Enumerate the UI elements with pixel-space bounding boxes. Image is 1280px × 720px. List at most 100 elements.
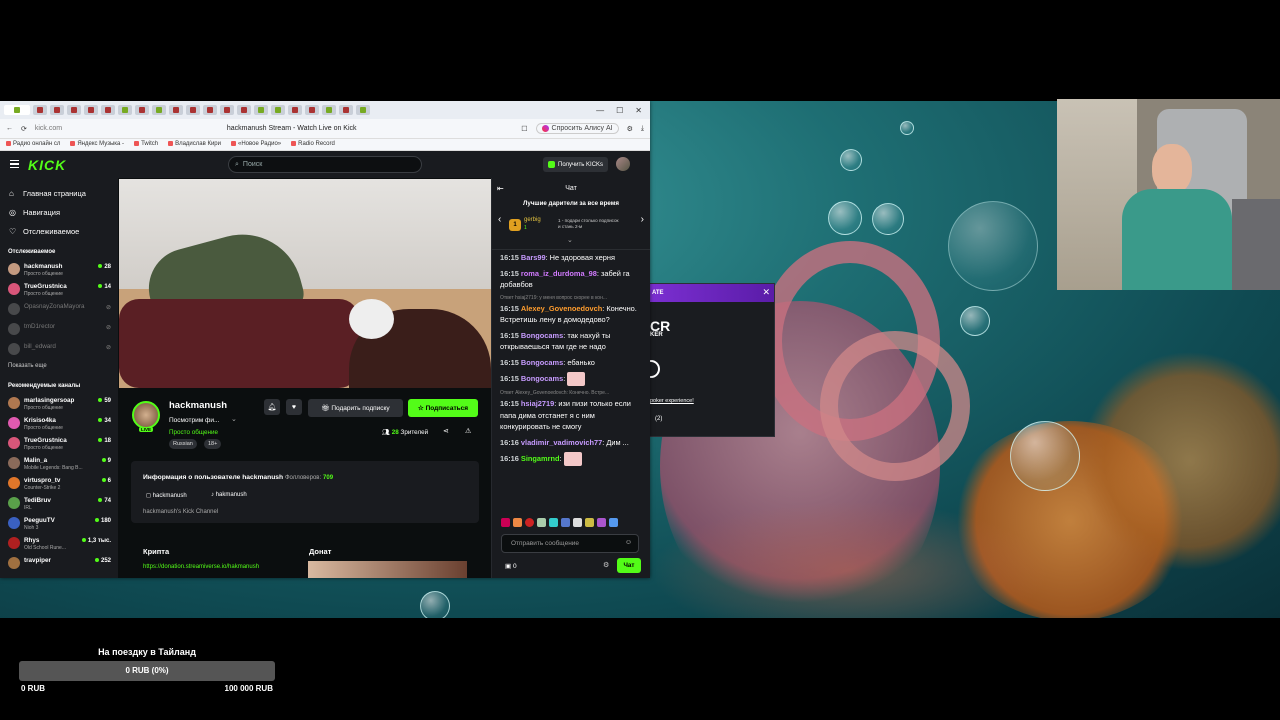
channel-item[interactable]: travpiper 252 xyxy=(0,553,118,573)
bookmark-icon[interactable]: ☐ xyxy=(521,125,527,133)
channel-name: TediBruv xyxy=(24,497,51,504)
video-player[interactable] xyxy=(119,179,491,388)
message-user[interactable]: Bongocams xyxy=(521,331,563,340)
instagram-link[interactable]: ◻ hackmanush xyxy=(146,492,187,499)
tab[interactable] xyxy=(186,105,200,115)
channel-item[interactable]: marlasingersoap Просто общение 59 xyxy=(0,393,118,413)
tab[interactable] xyxy=(118,105,132,115)
tiktok-link[interactable]: ♪ hakmanush xyxy=(211,492,247,498)
tag[interactable]: Russian xyxy=(169,439,197,449)
message-user[interactable]: Alexey_Govenoedovch xyxy=(521,304,602,313)
bookmark-item[interactable]: Радио онлайн сл xyxy=(6,141,60,148)
channel-item[interactable]: OpasnayZonaMayora ⊘ xyxy=(0,299,118,319)
tab[interactable] xyxy=(220,105,234,115)
back-icon[interactable]: ← xyxy=(6,125,13,132)
message-user[interactable]: Singamrnd xyxy=(521,454,560,463)
message-user[interactable]: Bars99 xyxy=(521,253,546,262)
donate-banner[interactable] xyxy=(308,561,467,578)
channel-item[interactable]: PeeguuTV Nioh 3 180 xyxy=(0,513,118,533)
emoji-icon[interactable]: ☺ xyxy=(625,539,632,546)
tab[interactable] xyxy=(84,105,98,115)
tab[interactable] xyxy=(101,105,115,115)
nav-following[interactable]: ♡ Отслеживаемое xyxy=(0,222,118,241)
get-kicks-button[interactable]: Получить KICKs xyxy=(543,157,609,172)
close-icon[interactable]: ✕ xyxy=(635,106,642,115)
tab[interactable] xyxy=(33,105,47,115)
channel-item[interactable]: Malin_a Mobile Legends: Bang B... 9 xyxy=(0,453,118,473)
chevron-right-icon[interactable]: › xyxy=(641,214,644,225)
maximize-icon[interactable]: ☐ xyxy=(616,106,623,115)
bookmark-item[interactable]: Яндекс Музыка - xyxy=(70,141,124,148)
bookmark-item[interactable]: Radio Record xyxy=(291,141,335,148)
channel-item[interactable]: tmD1rector ⊘ xyxy=(0,319,118,339)
message-user[interactable]: Bongocams xyxy=(521,374,563,383)
nav-home[interactable]: ⌂ Главная страница xyxy=(0,184,118,203)
close-icon[interactable]: ✕ xyxy=(762,287,770,298)
message-user[interactable]: hsiaj2719 xyxy=(521,399,554,408)
send-chat-button[interactable]: Чат xyxy=(617,558,641,573)
bookmark-item[interactable]: Twitch xyxy=(134,141,158,148)
crypto-link[interactable]: https://donation.streamiverse.io/hakmanu… xyxy=(143,564,259,570)
download-icon[interactable]: ⤓ xyxy=(641,125,644,133)
gift-sub-button[interactable]: 🎁︎ Подарить подписку xyxy=(308,399,403,417)
message-user[interactable]: roma_iz_durdoma_98 xyxy=(521,269,597,278)
bookmark-item[interactable]: «Новое Радио» xyxy=(231,141,281,148)
stream-category[interactable]: Просто общение xyxy=(169,429,218,436)
nav-browse[interactable]: ◎ Навигация xyxy=(0,203,118,222)
show-more-link[interactable]: Показать еще xyxy=(0,363,118,375)
tab-active[interactable] xyxy=(4,105,30,115)
chat-input[interactable]: Отправить сообщение ☺ xyxy=(501,534,639,553)
report-icon[interactable]: ⚠ xyxy=(465,427,471,435)
tab[interactable] xyxy=(322,105,336,115)
menu-icon[interactable] xyxy=(10,160,19,168)
avatar[interactable] xyxy=(616,157,630,171)
donor-name[interactable]: gerbig xyxy=(524,217,541,223)
tab[interactable] xyxy=(271,105,285,115)
chevron-down-icon[interactable]: ⌄ xyxy=(567,236,573,244)
minimize-icon[interactable]: — xyxy=(596,106,604,115)
tab[interactable] xyxy=(152,105,166,115)
popup-link[interactable]: poker experience! xyxy=(650,398,694,404)
message-user[interactable]: Bongocams xyxy=(521,358,563,367)
tab[interactable] xyxy=(135,105,149,115)
tab[interactable] xyxy=(254,105,268,115)
reload-icon[interactable]: ⟳ xyxy=(21,125,27,133)
extensions-icon[interactable]: ⚙ xyxy=(627,125,633,133)
chevron-down-icon[interactable]: ⌄ xyxy=(231,415,237,423)
search-input[interactable]: ⌕ Поиск xyxy=(228,156,422,173)
follow-button[interactable]: ♥ xyxy=(286,399,302,415)
tag[interactable]: 18+ xyxy=(204,439,222,449)
chevron-left-icon[interactable]: ‹ xyxy=(498,214,501,225)
message-user[interactable]: vladimir_vadimovich77 xyxy=(521,438,602,447)
alice-button[interactable]: Спросить Алису AI xyxy=(535,123,619,134)
tab[interactable] xyxy=(237,105,251,115)
tab[interactable] xyxy=(288,105,302,115)
channel-item[interactable]: virtuspro_tv Counter-Strike 2 6 xyxy=(0,473,118,493)
notifications-button[interactable]: 🔔︎ xyxy=(264,399,280,415)
tab[interactable] xyxy=(339,105,353,115)
tab[interactable] xyxy=(203,105,217,115)
channel-item[interactable]: Krisiso4ka Просто общение 34 xyxy=(0,413,118,433)
channel-item[interactable]: TrueGrustnica Просто общение 14 xyxy=(0,279,118,299)
tab[interactable] xyxy=(356,105,370,115)
tab[interactable] xyxy=(305,105,319,115)
tab[interactable] xyxy=(169,105,183,115)
kicks-balance[interactable]: ▣ 0 xyxy=(505,562,517,570)
settings-icon[interactable]: ⚙ xyxy=(603,561,609,569)
streamer-name[interactable]: hackmanush xyxy=(169,400,227,411)
tab[interactable] xyxy=(50,105,64,115)
channel-item[interactable]: Rhys Old School Rune... 1,3 тыс. xyxy=(0,533,118,553)
kick-logo[interactable]: KICK xyxy=(28,157,66,173)
share-icon[interactable]: ⋖ xyxy=(443,427,449,435)
live-badge: LIVE xyxy=(139,427,154,432)
channel-item[interactable]: TrueGrustnica Просто общение 18 xyxy=(0,433,118,453)
channel-item[interactable]: hackmanush Просто общение 28 xyxy=(0,259,118,279)
url-field[interactable]: kick.com xyxy=(35,125,62,132)
subscribe-button[interactable]: ☆ Подписаться xyxy=(408,399,478,417)
streamer-avatar[interactable] xyxy=(132,401,160,429)
collapse-icon[interactable]: ⇤ xyxy=(497,184,504,193)
channel-item[interactable]: bill_edward ⊘ xyxy=(0,339,118,359)
bookmark-item[interactable]: Владислав Кири xyxy=(168,141,221,148)
channel-item[interactable]: TediBruv IRL 74 xyxy=(0,493,118,513)
tab[interactable] xyxy=(67,105,81,115)
